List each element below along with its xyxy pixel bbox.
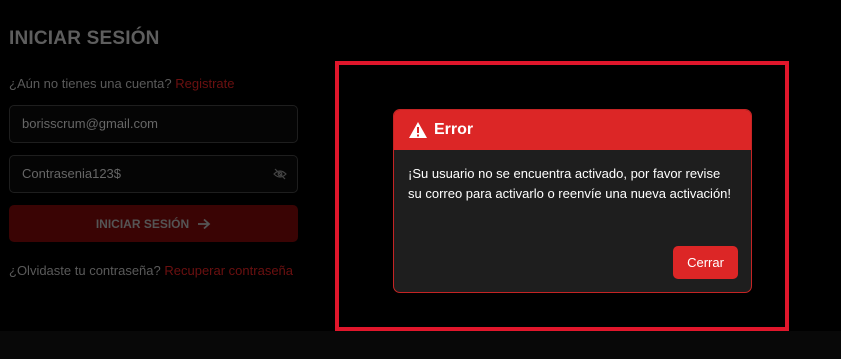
footer-strip	[0, 331, 841, 359]
forgot-prompt: ¿Olvidaste tu contraseña?	[9, 263, 161, 278]
dialog-header: Error	[394, 110, 751, 150]
forgot-line: ¿Olvidaste tu contraseña? Recuperar cont…	[9, 263, 293, 278]
arrow-right-icon	[198, 218, 211, 229]
signup-line: ¿Aún no tienes una cuenta? Registrate	[9, 76, 235, 91]
email-field[interactable]: borisscrum@gmail.com	[9, 105, 298, 143]
eye-off-icon[interactable]	[273, 168, 287, 180]
password-field[interactable]: Contrasenia123$	[9, 155, 298, 193]
login-button-label: INICIAR SESIÓN	[95, 216, 190, 231]
signup-link[interactable]: Registrate	[175, 76, 234, 91]
error-dialog: Error ¡Su usuario no se encuentra activa…	[393, 109, 752, 293]
dialog-title: Error	[434, 121, 474, 138]
warning-icon	[409, 122, 427, 138]
password-value: Contrasenia123$	[22, 166, 122, 181]
dialog-message: ¡Su usuario no se encuentra activado, po…	[408, 166, 732, 201]
recover-password-link[interactable]: Recuperar contraseña	[164, 263, 293, 278]
login-button[interactable]: INICIAR SESIÓN	[9, 205, 298, 242]
login-title: INICIAR SESIÓN	[9, 28, 160, 49]
email-value: borisscrum@gmail.com	[22, 116, 158, 131]
close-button[interactable]: Cerrar	[673, 246, 738, 279]
signup-prompt: ¿Aún no tienes una cuenta?	[9, 76, 172, 91]
